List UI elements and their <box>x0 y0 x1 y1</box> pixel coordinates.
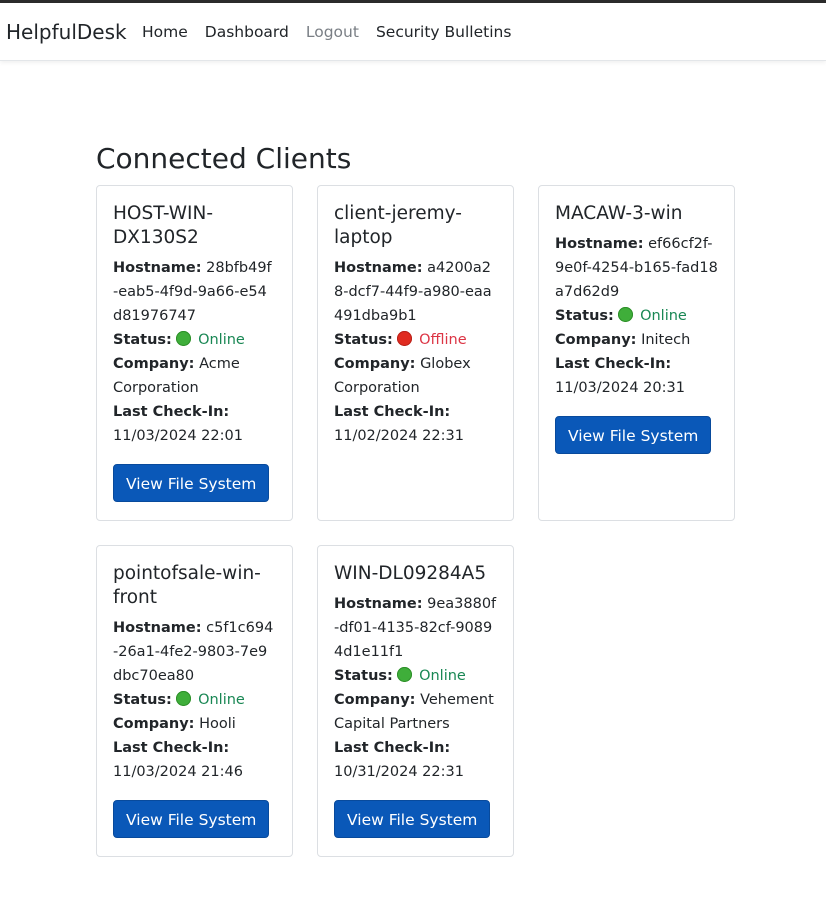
status-label: Status: <box>334 332 393 348</box>
status-label: Status: <box>113 692 172 708</box>
client-name: WIN-DL09284A5 <box>334 563 487 584</box>
last-check-in-value: 11/03/2024 20:31 <box>555 380 685 396</box>
status-label: Status: <box>334 668 393 684</box>
status-offline-icon <box>397 331 413 346</box>
status-field: Status: Online <box>113 328 276 352</box>
company-label: Company: <box>113 716 195 732</box>
hostname-field: Hostname: ef66cf2f-9e0f-4254-b165-fad18a… <box>555 232 718 304</box>
status-label: Status: <box>555 308 614 324</box>
company-field: Company: Acme Corporation <box>113 352 276 400</box>
hostname-label: Hostname: <box>334 260 423 276</box>
last-check-in-label: Last Check-In: <box>113 740 230 756</box>
last-check-in-field: Last Check-In: 11/03/2024 20:31 <box>555 352 718 400</box>
status-online-icon <box>176 331 192 346</box>
nav-link-security-bulletins[interactable]: Security Bulletins <box>376 21 511 43</box>
company-field: Company: Globex Corporation <box>334 352 497 400</box>
last-check-in-label: Last Check-In: <box>113 404 230 420</box>
status-value: Online <box>419 668 466 684</box>
last-check-in-value: 10/31/2024 22:31 <box>334 764 464 780</box>
client-name: pointofsale-win-front <box>113 563 261 608</box>
last-check-in-label: Last Check-In: <box>555 356 672 372</box>
last-check-in-label: Last Check-In: <box>334 740 451 756</box>
client-card: HOST-WIN-DX130S2 Hostname: 28bfb49f-eab5… <box>96 185 293 521</box>
status-online-icon <box>176 691 192 706</box>
brand-link[interactable]: HelpfulDesk <box>6 19 127 45</box>
view-file-system-button[interactable]: View File System <box>113 464 270 502</box>
client-card: pointofsale-win-front Hostname: c5f1c694… <box>96 545 293 857</box>
nav-links: Home Dashboard Logout Security Bulletins <box>142 21 528 43</box>
status-label: Status: <box>113 332 172 348</box>
navbar: HelpfulDesk Home Dashboard Logout Securi… <box>0 3 826 61</box>
nav-link-logout[interactable]: Logout <box>306 21 359 43</box>
status-value: Online <box>640 308 687 324</box>
hostname-label: Hostname: <box>113 260 202 276</box>
company-field: Company: Initech <box>555 328 718 352</box>
nav-link-home[interactable]: Home <box>142 21 188 43</box>
company-field: Company: Vehement Capital Partners <box>334 688 497 736</box>
company-field: Company: Hooli <box>113 712 276 736</box>
last-check-in-value: 11/03/2024 21:46 <box>113 764 243 780</box>
last-check-in-value: 11/02/2024 22:31 <box>334 428 464 444</box>
status-value: Offline <box>419 332 467 348</box>
last-check-in-label: Last Check-In: <box>334 404 451 420</box>
last-check-in-field: Last Check-In: 10/31/2024 22:31 <box>334 736 497 784</box>
nav-link-dashboard[interactable]: Dashboard <box>205 21 289 43</box>
last-check-in-field: Last Check-In: 11/03/2024 21:46 <box>113 736 276 784</box>
company-value: Initech <box>641 332 691 348</box>
client-name: MACAW-3-win <box>555 203 683 224</box>
hostname-label: Hostname: <box>555 236 644 252</box>
status-online-icon <box>397 667 413 682</box>
hostname-label: Hostname: <box>334 596 423 612</box>
status-field: Status: Offline <box>334 328 497 352</box>
client-card: WIN-DL09284A5 Hostname: 9ea3880f-df01-41… <box>317 545 514 857</box>
company-label: Company: <box>334 692 416 708</box>
hostname-label: Hostname: <box>113 620 202 636</box>
last-check-in-field: Last Check-In: 11/03/2024 22:01 <box>113 400 276 448</box>
view-file-system-button[interactable]: View File System <box>113 800 270 838</box>
hostname-field: Hostname: c5f1c694-26a1-4fe2-9803-7e9dbc… <box>113 616 276 688</box>
client-name: client-jeremy-laptop <box>334 203 462 248</box>
hostname-field: Hostname: 9ea3880f-df01-4135-82cf-90894d… <box>334 592 497 664</box>
view-file-system-button[interactable]: View File System <box>555 416 712 454</box>
last-check-in-value: 11/03/2024 22:01 <box>113 428 243 444</box>
view-file-system-button[interactable]: View File System <box>334 800 491 838</box>
company-value: Hooli <box>199 716 236 732</box>
status-field: Status: Online <box>555 304 718 328</box>
status-field: Status: Online <box>113 688 276 712</box>
client-card: client-jeremy-laptop Hostname: a4200a28-… <box>317 185 514 521</box>
status-value: Online <box>198 332 245 348</box>
company-label: Company: <box>334 356 416 372</box>
client-card: MACAW-3-win Hostname: ef66cf2f-9e0f-4254… <box>538 185 735 521</box>
page-title: Connected Clients <box>96 142 352 175</box>
hostname-field: Hostname: 28bfb49f-eab5-4f9d-9a66-e54d81… <box>113 256 276 328</box>
status-field: Status: Online <box>334 664 497 688</box>
status-online-icon <box>618 307 634 322</box>
status-value: Online <box>198 692 245 708</box>
last-check-in-field: Last Check-In: 11/02/2024 22:31 <box>334 400 497 448</box>
company-label: Company: <box>555 332 637 348</box>
hostname-field: Hostname: a4200a28-dcf7-44f9-a980-eaa491… <box>334 256 497 328</box>
client-name: HOST-WIN-DX130S2 <box>113 203 214 248</box>
company-label: Company: <box>113 356 195 372</box>
